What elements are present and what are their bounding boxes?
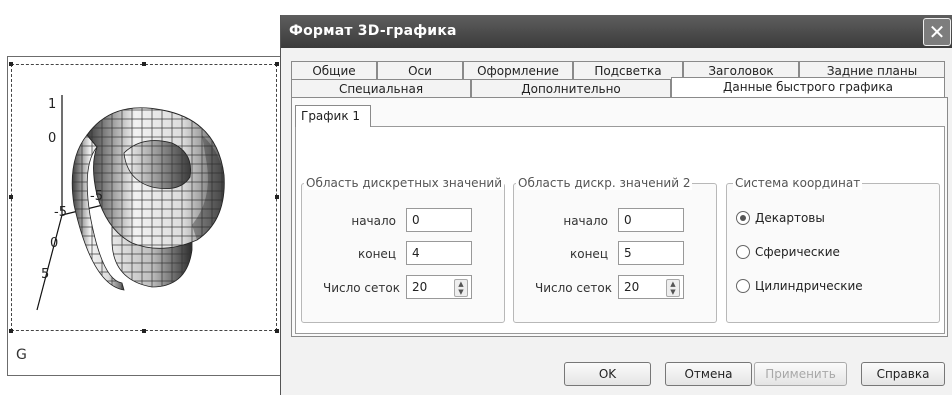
tab-axes[interactable]: Оси: [377, 61, 463, 79]
tab-plot-1[interactable]: График 1: [295, 105, 371, 127]
cancel-button[interactable]: Отмена: [665, 362, 752, 386]
tick-label: 0: [50, 236, 59, 251]
range1-group: Область дискретных значений начало 0 кон…: [301, 176, 505, 323]
apply-button[interactable]: Применить: [754, 362, 847, 386]
radio-selected-icon[interactable]: [736, 211, 750, 225]
tab-advanced[interactable]: Дополнительно: [471, 79, 671, 98]
range2-grid-label: Число сеток: [534, 281, 612, 295]
tab-quickplot-data[interactable]: Данные быстрого графика: [671, 77, 945, 99]
tab-lighting[interactable]: Подсветка: [573, 61, 683, 79]
range2-start-label: начало: [563, 214, 608, 228]
range2-grid-stepper[interactable]: 20 ▲ ▼: [618, 275, 684, 299]
range1-grid-stepper[interactable]: 20 ▲ ▼: [406, 275, 472, 299]
spin-arrows-icon[interactable]: ▲ ▼: [454, 279, 468, 297]
tick-label: 5: [41, 267, 50, 282]
help-button[interactable]: Справка: [861, 362, 945, 386]
tick-label: -5: [54, 205, 67, 220]
range2-start-input[interactable]: 0: [618, 208, 684, 232]
plot-subpanel: Область дискретных значений начало 0 кон…: [295, 126, 945, 334]
dialog-titlebar[interactable]: Формат 3D-графика ✕: [281, 15, 952, 48]
plot-frame[interactable]: 1 0 -5 -5 0 5 G: [7, 56, 281, 376]
range1-start-input[interactable]: 0: [406, 208, 472, 232]
tick-label: 0: [48, 131, 57, 146]
coord-system-group: Система координат Декартовы Сферические …: [726, 176, 940, 323]
ok-button[interactable]: OK: [564, 362, 651, 386]
radio-icon[interactable]: [736, 245, 750, 259]
dialog-title: Формат 3D-графика: [289, 23, 457, 39]
plot-variable-label: G: [16, 347, 27, 363]
tick-label: -5: [90, 189, 103, 204]
range1-group-title: Область дискретных значений: [304, 176, 505, 190]
tab-appearance[interactable]: Оформление: [463, 61, 573, 79]
range1-grid-label: Число сеток: [322, 281, 400, 295]
range1-end-label: конец: [358, 247, 396, 261]
range2-end-input[interactable]: 5: [618, 241, 684, 265]
range2-group-title: Область дискр. значений 2: [516, 176, 693, 190]
range2-group: Область дискр. значений 2 начало 0 конец…: [513, 176, 717, 323]
format-3d-dialog: Формат 3D-графика ✕ Общие Оси Оформление…: [280, 15, 952, 395]
tick-label: 1: [48, 97, 57, 112]
close-button[interactable]: ✕: [923, 18, 951, 46]
close-icon: ✕: [928, 20, 946, 44]
radio-icon[interactable]: [736, 279, 750, 293]
plot-region[interactable]: 1 0 -5 -5 0 5: [9, 62, 279, 333]
tab-special[interactable]: Специальная: [291, 79, 471, 98]
spin-arrows-icon[interactable]: ▲ ▼: [666, 279, 680, 297]
range1-end-input[interactable]: 4: [406, 241, 472, 265]
range2-end-label: конец: [570, 247, 608, 261]
range1-start-label: начало: [351, 214, 396, 228]
coord-system-group-title: Система координат: [733, 176, 863, 190]
tab-general[interactable]: Общие: [291, 61, 377, 79]
